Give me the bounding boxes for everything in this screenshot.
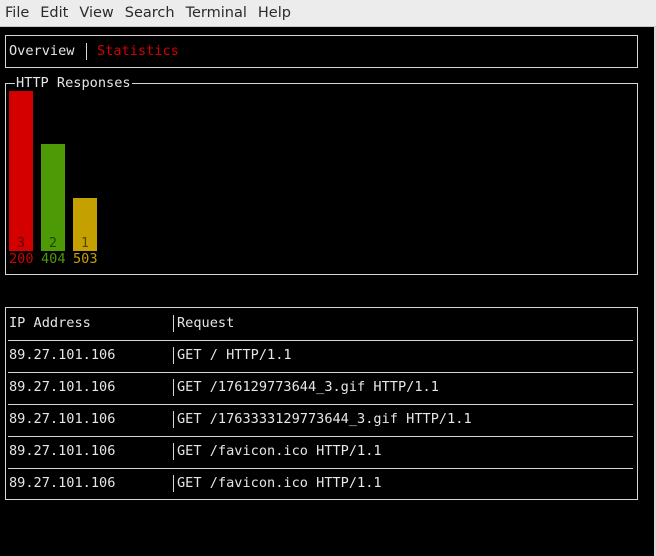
bar-value-label: 2 — [48, 235, 58, 251]
row-divider — [8, 436, 633, 437]
menu-search[interactable]: Search — [120, 0, 178, 26]
menu-view[interactable]: View — [74, 0, 116, 26]
row-divider — [8, 404, 633, 405]
menu-terminal[interactable]: Terminal — [181, 0, 250, 26]
tab-overview[interactable]: Overview — [9, 43, 74, 59]
column-separator — [173, 475, 174, 492]
column-separator — [173, 379, 174, 396]
cell-ip-address: 89.27.101.106 — [9, 443, 116, 459]
column-header-request: Request — [177, 315, 235, 331]
column-separator — [173, 411, 174, 428]
bar-category-label: 200 — [9, 251, 34, 267]
menu-edit[interactable]: Edit — [35, 0, 71, 26]
cell-request: GET /favicon.ico HTTP/1.1 — [177, 475, 382, 491]
cell-ip-address: 89.27.101.106 — [9, 475, 116, 491]
cell-request: GET /176129773644_3.gif HTTP/1.1 — [177, 379, 439, 395]
http-responses-panel — [5, 83, 638, 275]
cell-ip-address: 89.27.101.106 — [9, 379, 116, 395]
tab-statistics[interactable]: Statistics — [97, 43, 179, 59]
bar-value-label: 3 — [16, 235, 26, 251]
row-divider — [8, 468, 633, 469]
menu-bar: File Edit View Search Terminal Help — [0, 0, 656, 27]
row-divider — [8, 340, 633, 341]
row-divider — [8, 372, 633, 373]
cell-ip-address: 89.27.101.106 — [9, 347, 116, 363]
column-separator — [173, 347, 174, 364]
menu-file[interactable]: File — [0, 0, 32, 26]
bar-200 — [9, 91, 33, 251]
column-separator — [173, 315, 174, 332]
tab-bar: Overview Statistics — [5, 35, 638, 68]
column-header-ip: IP Address — [9, 315, 91, 331]
cell-ip-address: 89.27.101.106 — [9, 411, 116, 427]
cell-request: GET /1763333129773644_3.gif HTTP/1.1 — [177, 411, 472, 427]
tab-separator — [86, 43, 87, 60]
menu-help[interactable]: Help — [253, 0, 294, 26]
bar-value-label: 1 — [80, 235, 90, 251]
bar-category-label: 404 — [41, 251, 66, 267]
cell-request: GET / HTTP/1.1 — [177, 347, 292, 363]
column-separator — [173, 443, 174, 460]
chart-title: HTTP Responses — [15, 75, 132, 91]
bar-category-label: 503 — [73, 251, 98, 267]
cell-request: GET /favicon.ico HTTP/1.1 — [177, 443, 382, 459]
